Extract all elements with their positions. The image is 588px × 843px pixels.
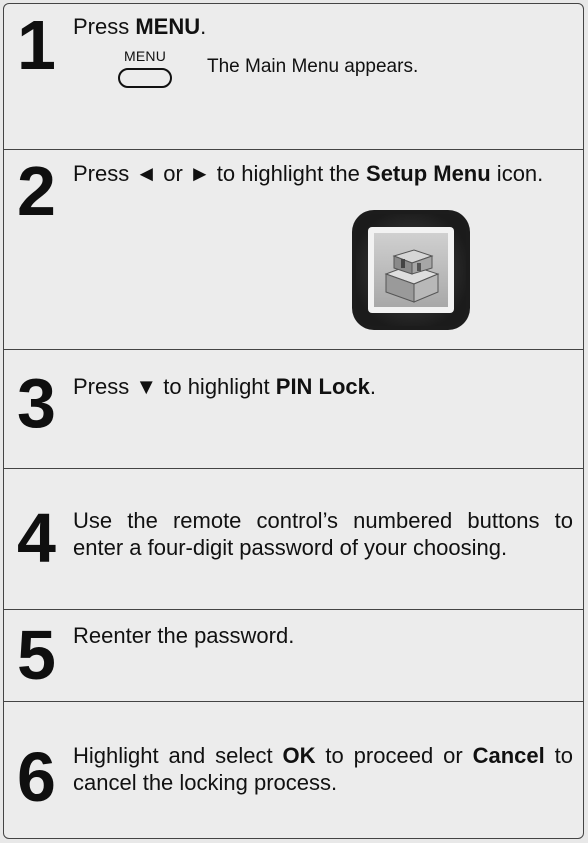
- text-part-bold: Cancel: [472, 743, 545, 768]
- step-number: 3: [17, 364, 56, 442]
- step-text: Highlight and select OK to proceed or Ca…: [73, 742, 573, 796]
- step-3: 3 Press ▼ to highlight PIN Lock.: [4, 350, 583, 469]
- instruction-panel: 1 Press MENU. MENU The Main Menu appears…: [3, 3, 584, 839]
- text-part-bold: PIN Lock: [275, 374, 370, 399]
- step-number: 6: [17, 738, 56, 816]
- step-5: 5 Reenter the password.: [4, 610, 583, 702]
- step-number: 4: [17, 499, 56, 577]
- text-part: icon.: [490, 161, 544, 186]
- text-part: Reenter the password.: [73, 623, 295, 648]
- step-text: Reenter the password.: [73, 622, 573, 649]
- text-part: Use the remote control’s numbered button…: [73, 508, 573, 560]
- text-part: .: [200, 14, 207, 39]
- menu-button-label: MENU: [123, 48, 167, 64]
- step-6: 6 Highlight and select OK to proceed or …: [4, 702, 583, 838]
- step-number: 5: [17, 616, 56, 694]
- step-2: 2 Press ◄ or ► to highlight the Setup Me…: [4, 150, 583, 350]
- step-text: Press ◄ or ► to highlight the Setup Menu…: [73, 160, 575, 187]
- step-text: Press ▼ to highlight PIN Lock.: [73, 373, 573, 400]
- menu-button-illustration: MENU: [115, 48, 175, 88]
- step-text: Press MENU.: [73, 13, 573, 40]
- step-text: Use the remote control’s numbered button…: [73, 507, 573, 561]
- text-part: Press ▼ to highlight: [73, 374, 276, 399]
- text-part: to proceed or: [315, 743, 473, 768]
- text-part: Press ◄ or ► to highlight the: [73, 161, 367, 186]
- text-part-bold: OK: [282, 743, 316, 768]
- text-part: .: [369, 374, 377, 399]
- text-part: Highlight and select: [73, 743, 283, 768]
- text-part-bold: MENU: [135, 14, 201, 39]
- step-4: 4 Use the remote control’s numbered butt…: [4, 469, 583, 610]
- oval-button-icon: [118, 68, 172, 88]
- step-1: 1 Press MENU. MENU The Main Menu appears…: [4, 4, 583, 150]
- step-number: 2: [17, 152, 56, 230]
- step-note: The Main Menu appears.: [207, 56, 419, 77]
- step-number: 1: [17, 6, 56, 84]
- setup-menu-icon: [352, 210, 470, 330]
- text-part: Press: [73, 14, 136, 39]
- text-part-bold: Setup Menu: [366, 161, 491, 186]
